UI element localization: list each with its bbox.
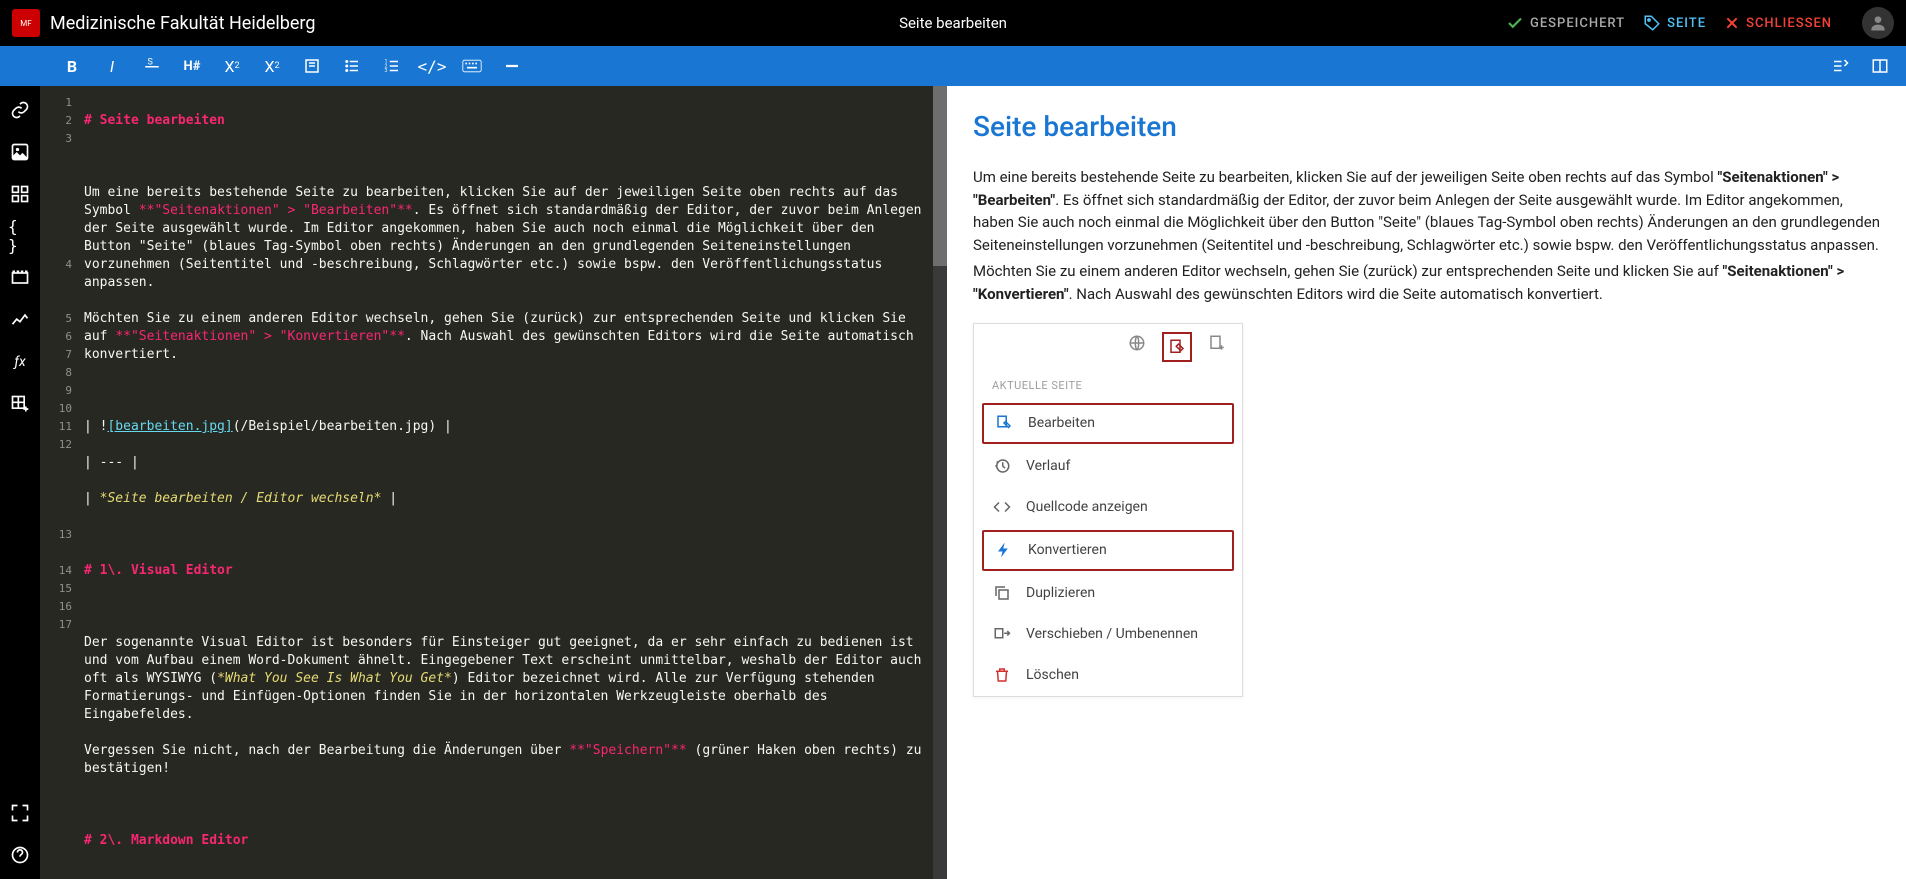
svg-text:S: S xyxy=(148,58,153,68)
editor-scrollbar[interactable] xyxy=(933,86,947,879)
ol-button[interactable]: 123 xyxy=(374,48,410,84)
page-actions-icon xyxy=(1162,332,1192,362)
fx-icon[interactable]: ƒx xyxy=(8,350,32,374)
strikethrough-button[interactable]: S xyxy=(134,48,170,84)
film-icon[interactable] xyxy=(8,266,32,290)
editor-toolbar: B I S H# X2 X2 123 </> xyxy=(0,46,1906,86)
site-title: Medizinische Fakultät Heidelberg xyxy=(50,13,315,34)
menu-section-label: AKTUELLE SEITE xyxy=(974,368,1242,401)
move-icon xyxy=(992,624,1012,644)
close-button[interactable]: SCHLIESSEN xyxy=(1724,15,1832,31)
markdown-editor[interactable]: 123 4 567891011 12 13141516 17 # Seite b… xyxy=(40,86,947,879)
page-actions-menu-image: AKTUELLE SEITE Bearbeiten Verlauf Quellc… xyxy=(973,323,1243,697)
preview-heading: Seite bearbeiten xyxy=(973,106,1880,148)
preview-pane: Seite bearbeiten Um eine bereits bestehe… xyxy=(947,86,1906,879)
insert-sidebar: { } ƒx xyxy=(0,86,40,879)
flash-icon xyxy=(994,540,1014,560)
source-icon xyxy=(992,497,1012,517)
split-view-button[interactable] xyxy=(1862,48,1898,84)
trash-icon xyxy=(992,665,1012,685)
scrollbar-thumb[interactable] xyxy=(933,86,947,266)
user-avatar[interactable] xyxy=(1862,7,1894,39)
code-button[interactable]: </> xyxy=(414,48,450,84)
menu-item-verschieben: Verschieben / Umbenennen xyxy=(974,614,1242,655)
close-icon xyxy=(1724,15,1740,31)
image-icon[interactable] xyxy=(8,140,32,164)
preview-paragraph: Um eine bereits bestehende Seite zu bear… xyxy=(973,166,1880,256)
menu-item-bearbeiten: Bearbeiten xyxy=(982,403,1234,444)
subscript-button[interactable]: X2 xyxy=(214,48,250,84)
preview-paragraph: Möchten Sie zu einem anderen Editor wech… xyxy=(973,260,1880,305)
menu-item-konvertieren: Konvertieren xyxy=(982,530,1234,571)
italic-button[interactable]: I xyxy=(94,48,130,84)
tag-icon xyxy=(1643,14,1661,32)
blockquote-button[interactable] xyxy=(294,48,330,84)
copy-icon xyxy=(992,583,1012,603)
menu-item-verlauf: Verlauf xyxy=(974,446,1242,487)
site-logo[interactable]: MF xyxy=(12,9,40,37)
page-title: Seite bearbeiten xyxy=(899,14,1007,32)
bold-button[interactable]: B xyxy=(54,48,90,84)
table-plus-icon[interactable] xyxy=(8,392,32,416)
check-icon xyxy=(1506,14,1524,32)
superscript-button[interactable]: X2 xyxy=(254,48,290,84)
braces-icon[interactable]: { } xyxy=(8,224,32,248)
hr-button[interactable] xyxy=(494,48,530,84)
history-icon xyxy=(992,456,1012,476)
grid-icon[interactable] xyxy=(8,182,32,206)
format-help-button[interactable] xyxy=(1822,48,1858,84)
ul-button[interactable] xyxy=(334,48,370,84)
keyboard-button[interactable] xyxy=(454,48,490,84)
chart-icon[interactable] xyxy=(8,308,32,332)
edit-icon xyxy=(994,413,1014,433)
heading-button[interactable]: H# xyxy=(174,48,210,84)
app-header: MF Medizinische Fakultät Heidelberg Seit… xyxy=(0,0,1906,46)
menu-item-duplizieren: Duplizieren xyxy=(974,573,1242,614)
svg-text:3: 3 xyxy=(385,68,388,74)
fullscreen-icon[interactable] xyxy=(8,801,32,825)
link-icon[interactable] xyxy=(8,98,32,122)
menu-item-loeschen: Löschen xyxy=(974,655,1242,696)
new-page-icon xyxy=(1206,332,1228,354)
saved-status: GESPEICHERT xyxy=(1506,14,1625,32)
line-gutter: 123 4 567891011 12 13141516 17 xyxy=(40,86,78,879)
globe-icon xyxy=(1126,332,1148,354)
help-icon[interactable] xyxy=(8,843,32,867)
menu-item-quellcode: Quellcode anzeigen xyxy=(974,487,1242,528)
code-content[interactable]: # Seite bearbeiten Um eine bereits beste… xyxy=(78,86,933,879)
page-properties-button[interactable]: SEITE xyxy=(1643,14,1706,32)
